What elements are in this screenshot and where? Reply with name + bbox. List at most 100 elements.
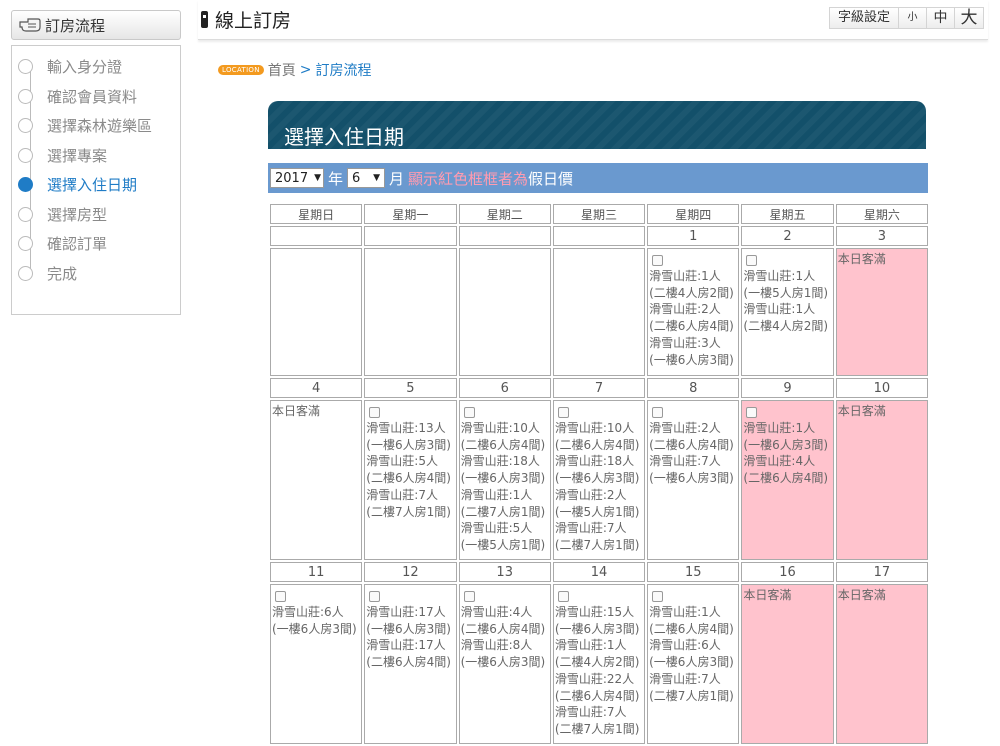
step-label: 選擇森林遊樂區 <box>47 117 153 136</box>
holiday-note-white: 假日價 <box>528 169 574 188</box>
room-type-text: (一樓6人房3間) <box>649 352 734 367</box>
room-type-text: (二樓7人房1間) <box>554 537 640 552</box>
day-cell <box>364 248 457 376</box>
lodge-availability-text: 滑雪山莊:1人 <box>649 605 721 619</box>
room-type-text: (一樓6人房3間) <box>649 471 734 486</box>
room-type-text: (二樓4人房2間) <box>649 285 734 300</box>
date-select-checkbox[interactable] <box>369 407 381 418</box>
weekday-header: 星期一 <box>364 204 457 224</box>
lodge-availability-text: 滑雪山莊:4人 <box>743 454 816 469</box>
lodge-availability-text: 滑雪山莊:1人 <box>743 269 816 283</box>
lodge-availability-text: 滑雪山莊:7人 <box>554 705 627 720</box>
date-number: 6 <box>458 378 551 398</box>
date-number: 14 <box>552 562 646 582</box>
date-number <box>458 226 551 246</box>
step-dot-icon <box>18 265 33 281</box>
room-type-text: (一樓5人房1間) <box>743 285 829 300</box>
date-select-checkbox[interactable] <box>652 407 664 418</box>
date-number-row: 123 <box>270 226 928 246</box>
room-type-text: (一樓5人房1間) <box>554 504 640 519</box>
room-type-text: (一樓6人房3間) <box>272 621 357 636</box>
month-select[interactable]: 6 ▼ <box>347 168 386 188</box>
step-item: 選擇森林遊樂區 <box>18 111 180 141</box>
date-select-checkbox[interactable] <box>652 255 664 266</box>
font-size-small-button[interactable]: 小 <box>899 8 928 28</box>
day-cell: 滑雪山莊:1人 (一樓6人房3間) 滑雪山莊:4人 (二樓6人房4間) <box>741 400 834 560</box>
step-label: 選擇入住日期 <box>47 176 138 195</box>
room-type-text: (二樓7人房1間) <box>366 504 451 519</box>
font-size-medium-button[interactable]: 中 <box>927 8 956 28</box>
lodge-availability-text: 滑雪山莊:7人 <box>366 487 438 502</box>
room-type-text: (一樓6人房3間) <box>460 655 546 670</box>
date-number: 16 <box>741 562 834 582</box>
lodge-availability-text: 滑雪山莊:4人 <box>460 605 533 619</box>
page-title: 線上訂房 <box>201 6 291 33</box>
room-type-text: (二樓4人房2間) <box>743 319 829 334</box>
weekday-header: 星期日 <box>270 204 363 224</box>
date-number <box>552 226 646 246</box>
room-type-text: (二樓6人房4間) <box>743 471 829 486</box>
date-select-checkbox[interactable] <box>652 591 664 602</box>
year-select[interactable]: 2017 ▼ <box>270 168 324 188</box>
lodge-availability-text: 滑雪山莊:2人 <box>649 421 721 435</box>
date-select-checkbox[interactable] <box>369 591 381 602</box>
day-cell: 滑雪山莊:6人 (一樓6人房3間) <box>270 584 363 744</box>
day-cell <box>552 248 646 376</box>
title-marker-icon <box>201 11 208 28</box>
holiday-note-red: 顯示紅色框框者為 <box>408 169 529 188</box>
room-type-text: (二樓6人房4間) <box>649 437 734 452</box>
step-item: 完成 <box>18 259 180 289</box>
font-size-large-button[interactable]: 大 <box>955 8 983 28</box>
date-select-checkbox[interactable] <box>275 591 286 602</box>
date-select-checkbox[interactable] <box>746 255 758 266</box>
date-select-checkbox[interactable] <box>557 407 569 418</box>
font-size-control: 字級設定 小 中 大 <box>829 7 985 29</box>
lodge-availability-text: 滑雪山莊:10人 <box>554 421 635 435</box>
room-type-text: (二樓7人房1間) <box>460 504 546 519</box>
font-size-label: 字級設定 <box>830 8 900 28</box>
lodge-availability-text: 滑雪山莊:1人 <box>743 421 816 435</box>
sidebar-header: 訂房流程 <box>11 10 181 40</box>
page-title-text: 線上訂房 <box>215 10 292 32</box>
lodge-availability-text: 滑雪山莊:1人 <box>649 269 721 283</box>
date-select-checkbox[interactable] <box>746 407 758 418</box>
day-cell: 滑雪山莊:1人 (二樓6人房4間) 滑雪山莊:6人 (一樓6人房3間) 滑雪山莊:7人 (… <box>647 584 740 744</box>
sidebar-title: 訂房流程 <box>45 16 106 35</box>
step-active-dot-icon <box>18 177 33 193</box>
day-cell: 本日客滿 <box>835 584 928 744</box>
date-number: 8 <box>647 378 740 398</box>
step-label: 確認會員資料 <box>47 87 138 106</box>
lodge-availability-text: 滑雪山莊:2人 <box>649 302 721 317</box>
date-number <box>270 226 363 246</box>
lodge-availability-text: 滑雪山莊:1人 <box>554 638 627 653</box>
breadcrumb-home-link[interactable]: 首頁 <box>268 60 296 80</box>
panel-title: 選擇入住日期 <box>284 125 404 149</box>
room-type-text: (二樓7人房1間) <box>554 721 640 736</box>
room-type-text: (二樓6人房4間) <box>554 437 640 452</box>
dropdown-arrow-icon: ▼ <box>373 173 381 183</box>
date-number: 17 <box>835 562 928 582</box>
pointing-hand-icon <box>19 18 41 32</box>
date-select-checkbox[interactable] <box>463 407 475 418</box>
day-cell: 滑雪山莊:2人 (二樓6人房4間) 滑雪山莊:7人 (一樓6人房3間) <box>647 400 740 560</box>
breadcrumb: LOCATION 首頁 > 訂房流程 <box>218 60 372 80</box>
lodge-availability-text: 滑雪山莊:7人 <box>649 454 721 469</box>
lodge-availability-text: 滑雪山莊:7人 <box>649 671 721 686</box>
lodge-availability-text: 滑雪山莊:3人 <box>649 335 721 350</box>
room-type-text: (二樓6人房4間) <box>366 655 451 670</box>
lodge-availability-text: 滑雪山莊:17人 <box>366 638 446 653</box>
day-cell: 滑雪山莊:10人 (二樓6人房4間) 滑雪山莊:18人 (一樓6人房3間) 滑雪山莊:1… <box>458 400 551 560</box>
step-dot-icon <box>18 59 33 75</box>
room-type-text: (二樓6人房4間) <box>649 319 734 334</box>
step-label: 選擇房型 <box>47 205 108 224</box>
date-select-checkbox[interactable] <box>463 591 475 602</box>
lodge-availability-text: 滑雪山莊:1人 <box>743 302 816 317</box>
step-label: 確認訂單 <box>47 235 108 254</box>
date-select-checkbox[interactable] <box>557 591 569 602</box>
step-dot-icon <box>18 236 33 252</box>
day-cell: 本日客滿 <box>741 584 834 744</box>
day-cell: 本日客滿 <box>835 400 928 560</box>
weekday-header-row: 星期日 星期一 星期二 星期三 星期四 星期五 星期六 <box>270 204 928 224</box>
date-number: 10 <box>835 378 928 398</box>
room-type-text: (二樓6人房4間) <box>554 688 640 703</box>
